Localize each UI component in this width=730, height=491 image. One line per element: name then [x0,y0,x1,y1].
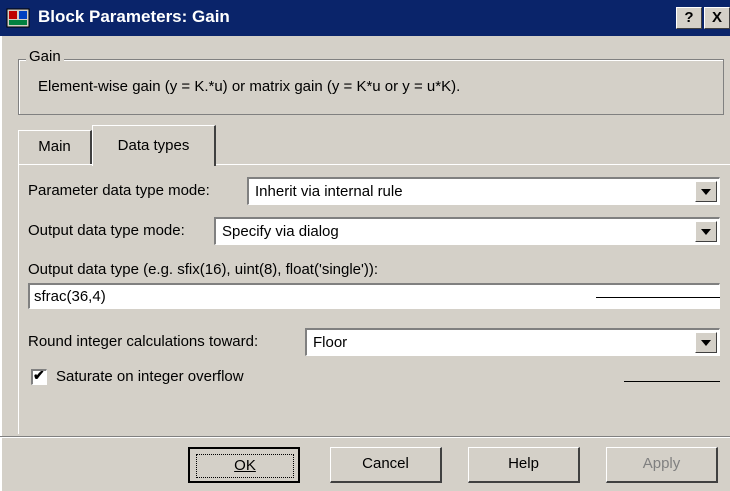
param-mode-value: Inherit via internal rule [255,183,403,200]
checkmark-icon: ✔ [33,367,45,383]
help-label: Help [508,455,539,472]
panel-bottom-highlight [0,437,730,438]
ok-button[interactable]: OK [188,447,300,483]
window-edge [0,36,2,491]
field-separator-line [596,297,720,298]
saturate-label: Saturate on integer overflow [56,368,244,385]
output-mode-select[interactable]: Specify via dialog [214,217,720,245]
apply-button[interactable]: Apply [606,447,718,483]
gain-description: Element-wise gain (y = K.*u) or matrix g… [38,78,461,95]
checkbox-separator-line [624,381,720,382]
tab-data-types[interactable]: Data types [92,125,216,166]
tab-main[interactable]: Main [18,130,92,164]
cancel-label: Cancel [362,455,409,472]
output-mode-value: Specify via dialog [222,223,339,240]
round-select[interactable]: Floor [305,328,720,356]
output-type-label: Output data type (e.g. sfix(16), uint(8)… [28,261,379,278]
output-mode-label: Output data type mode: [28,222,185,239]
help-question-button[interactable]: ? [676,7,702,29]
round-value: Floor [313,334,348,351]
cancel-button[interactable]: Cancel [330,447,442,483]
window-title: Block Parameters: Gain [38,7,230,26]
param-mode-label: Parameter data type mode: [28,182,210,199]
saturate-checkbox[interactable]: ✔ [31,367,47,385]
chevron-down-icon[interactable] [695,221,717,242]
output-type-input[interactable] [28,283,720,309]
title-bar[interactable]: Block Parameters: Gain ? X [0,0,730,36]
chevron-down-icon[interactable] [695,332,717,353]
close-button[interactable]: X [704,7,730,29]
param-mode-select[interactable]: Inherit via internal rule [247,177,720,205]
apply-label: Apply [642,455,681,472]
simulink-block-icon [6,8,30,28]
round-label: Round integer calculations toward: [28,333,259,350]
help-button[interactable]: Help [468,447,580,483]
block-parameters-dialog: Block Parameters: Gain ? X Gain Element-… [0,0,730,491]
gain-group-label: Gain [26,48,64,65]
ok-focus-ring: OK [196,454,294,478]
ok-label: OK [234,457,256,474]
chevron-down-icon[interactable] [695,181,717,202]
